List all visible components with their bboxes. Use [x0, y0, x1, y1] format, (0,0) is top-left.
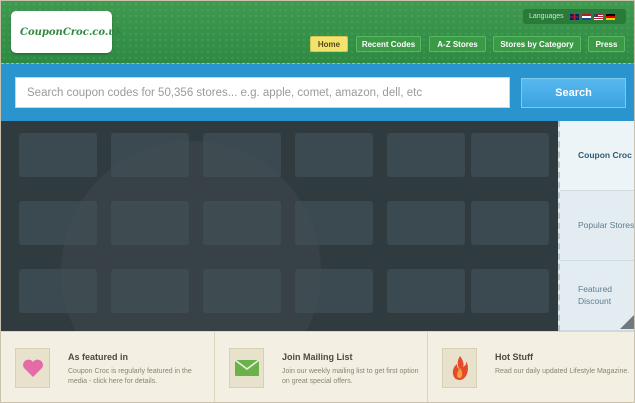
store-logo-tile[interactable] [111, 201, 189, 245]
nav-a-z-stores[interactable]: A-Z Stores [429, 36, 486, 52]
store-logo-tile[interactable] [111, 269, 189, 313]
de-flag-icon[interactable] [605, 13, 615, 20]
site-logo[interactable]: CouponCroc.co.uk [11, 11, 123, 53]
store-logo-tile[interactable] [295, 269, 373, 313]
side-tab-coupon-croc[interactable]: Coupon Croc [560, 121, 634, 191]
store-logo-tile[interactable] [471, 269, 549, 313]
uk-flag-icon[interactable] [569, 13, 579, 20]
feature-icon-box [15, 348, 50, 388]
store-logo-tile[interactable] [203, 133, 281, 177]
store-logo-tile[interactable] [387, 133, 465, 177]
feature-strip: As featured in Coupon Croc is regularly … [1, 331, 634, 402]
nav-stores-by-category[interactable]: Stores by Category [493, 36, 581, 52]
store-logo-tile[interactable] [203, 269, 281, 313]
store-logo-tile[interactable] [387, 201, 465, 245]
nav-recent-codes[interactable]: Recent Codes [356, 36, 421, 52]
nl-flag-icon[interactable] [581, 13, 591, 20]
store-logo-tile[interactable] [471, 133, 549, 177]
logo-text: CouponCroc.co.uk [20, 26, 123, 38]
feature-icon-box [229, 348, 264, 388]
feature-title: As featured in [68, 352, 129, 362]
store-logo-tile[interactable] [19, 269, 97, 313]
nav-home[interactable]: Home [310, 36, 348, 52]
heart-icon [22, 359, 43, 377]
feature-description: Read our daily updated Lifestyle Magazin… [495, 368, 630, 375]
store-logo-tile[interactable] [471, 201, 549, 245]
feature-join-mailing-list[interactable]: Join Mailing List Join our weekly mailin… [214, 332, 427, 402]
search-input[interactable]: Search coupon codes for 50,356 stores...… [15, 77, 510, 108]
languages-label: Languages [529, 13, 564, 20]
envelope-icon [234, 359, 259, 376]
feature-title: Hot Stuff [495, 352, 533, 362]
feature-hot-stuff[interactable]: Hot Stuff Read our daily updated Lifesty… [427, 332, 634, 402]
store-logo-tile[interactable] [203, 201, 281, 245]
store-carousel[interactable] [1, 121, 558, 331]
page: CouponCroc.co.uk Languages Home Recent C… [0, 0, 635, 403]
feature-description: Coupon Croc is regularly featured in the… [68, 368, 192, 386]
store-logo-tile[interactable] [19, 201, 97, 245]
store-logo-tile[interactable] [19, 133, 97, 177]
feature-icon-box [442, 348, 477, 388]
feature-title: Join Mailing List [282, 352, 353, 362]
store-logo-tile[interactable] [295, 201, 373, 245]
feature-description: Join our weekly mailing list to get firs… [282, 368, 419, 386]
feature-as-featured-in[interactable]: As featured in Coupon Croc is regularly … [1, 332, 214, 402]
side-tab-featured-discount[interactable]: Featured Discount [560, 261, 634, 331]
site-header: CouponCroc.co.uk Languages Home Recent C… [1, 1, 634, 63]
store-logo-tile[interactable] [387, 269, 465, 313]
nav-press[interactable]: Press [588, 36, 625, 52]
side-tab-popular-stores[interactable]: Popular Stores [560, 191, 634, 261]
us-flag-icon[interactable] [593, 13, 603, 20]
search-button[interactable]: Search [521, 78, 626, 108]
store-logo-tile[interactable] [295, 133, 373, 177]
flame-icon [452, 356, 468, 380]
search-band: Search coupon codes for 50,356 stores...… [1, 63, 634, 121]
carousel-side-tabs: Coupon Croc Popular Stores Featured Disc… [558, 121, 634, 331]
carousel-glow [61, 141, 321, 331]
language-selector: Languages [523, 9, 626, 24]
store-logo-tile[interactable] [111, 133, 189, 177]
